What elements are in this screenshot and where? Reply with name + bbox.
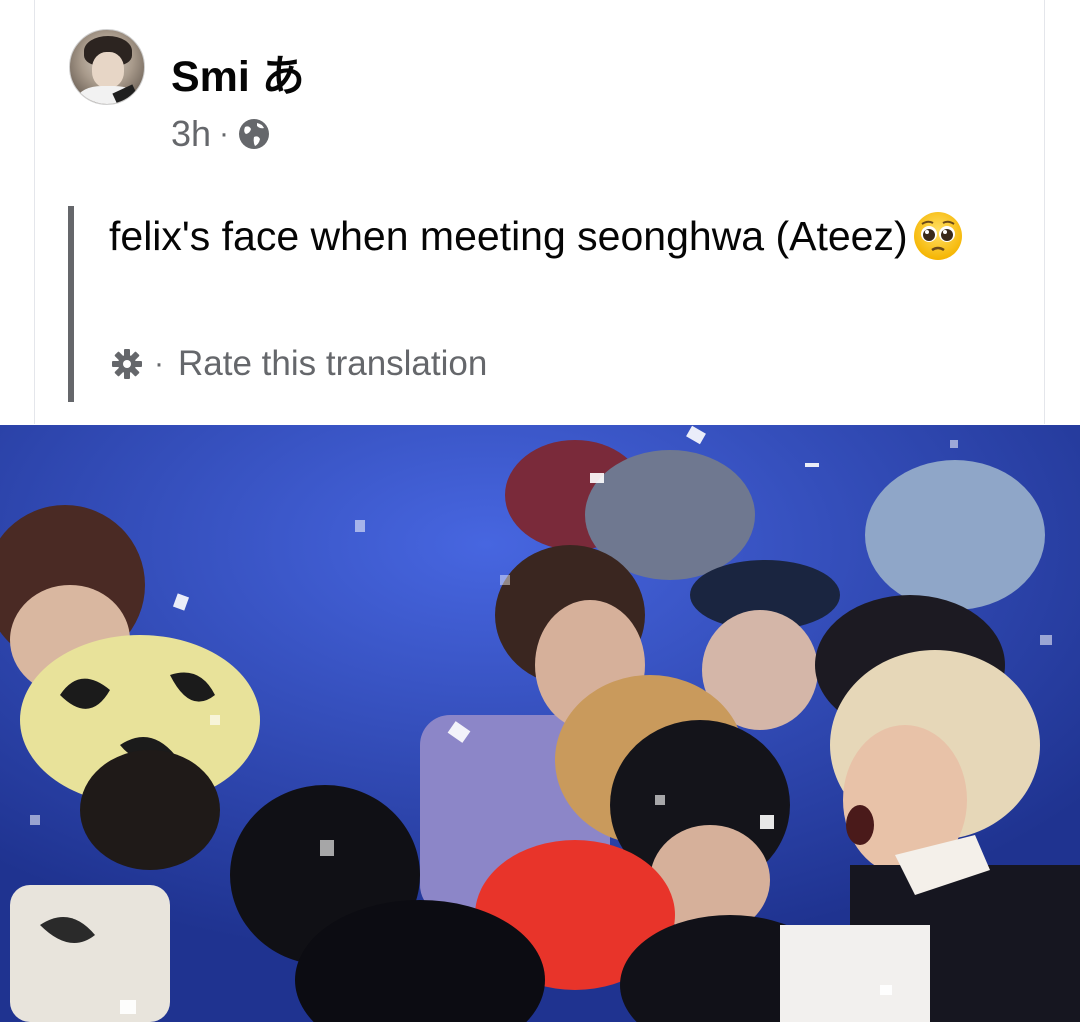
post-card: Smi あ 3h · felix's face when meeting seo…: [34, 0, 1045, 424]
rate-translation-link[interactable]: Rate this translation: [178, 344, 487, 384]
pleading-face-emoji-icon: [912, 210, 964, 262]
post-meta: 3h ·: [171, 112, 271, 156]
globe-icon[interactable]: [237, 117, 271, 151]
post-text: felix's face when meeting seonghwa (Atee…: [109, 210, 1009, 262]
meta-separator: ·: [219, 117, 230, 150]
person-fuzzy-hat-hair: [80, 750, 220, 870]
author-name[interactable]: Smi あ: [171, 42, 305, 104]
translated-quote: felix's face when meeting seonghwa (Atee…: [68, 206, 1028, 402]
concert-photo-illustration: [0, 425, 1080, 1022]
white-shirt: [780, 925, 930, 1022]
translation-separator: ·: [154, 347, 164, 380]
open-mouth: [846, 805, 874, 845]
timestamp[interactable]: 3h: [171, 113, 211, 155]
post-text-content: felix's face when meeting seonghwa (Atee…: [109, 213, 908, 259]
avatar[interactable]: [69, 29, 145, 105]
avatar-face: [92, 52, 124, 88]
post-photo[interactable]: [0, 425, 1080, 1022]
person-blue-hair: [865, 460, 1045, 610]
translation-row: · Rate this translation: [110, 342, 487, 386]
gear-icon[interactable]: [110, 347, 144, 381]
white-jersey: [10, 885, 170, 1022]
